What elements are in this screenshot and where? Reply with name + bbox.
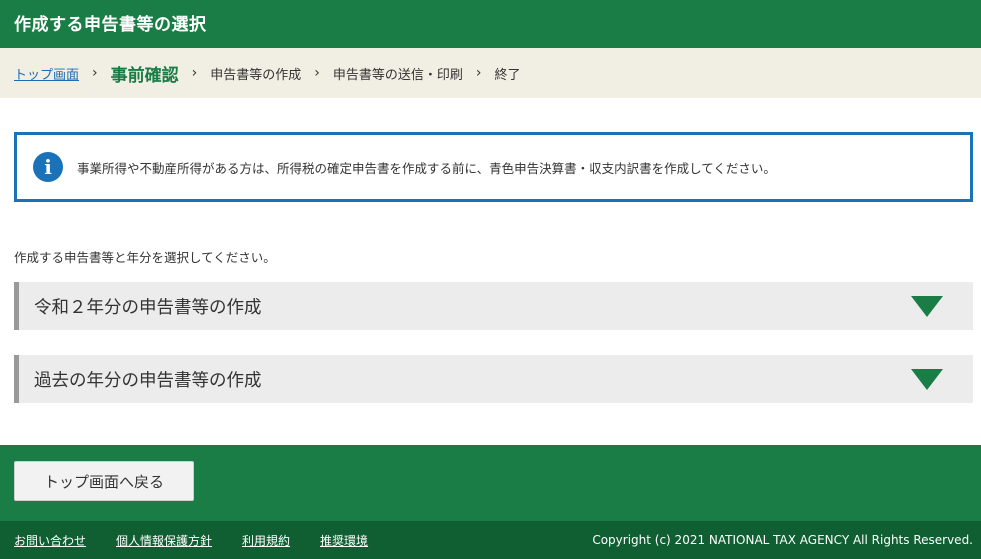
back-to-top-button[interactable]: トップ画面へ戻る <box>14 461 194 501</box>
accordion-current-year[interactable]: 令和２年分の申告書等の作成 <box>14 282 973 330</box>
breadcrumb: トップ画面 › 事前確認 › 申告書等の作成 › 申告書等の送信・印刷 › 終了 <box>0 48 981 98</box>
triangle-down-icon <box>911 369 943 390</box>
accordion-past-years[interactable]: 過去の年分の申告書等の作成 <box>14 355 973 403</box>
breadcrumb-top-link[interactable]: トップ画面 <box>14 64 79 83</box>
breadcrumb-current-step: 事前確認 <box>110 65 179 86</box>
title-bar: 作成する申告書等の選択 <box>0 0 981 48</box>
breadcrumb-separator-icon: › <box>475 65 482 81</box>
info-icon: i <box>33 152 63 182</box>
info-notice: i 事業所得や不動産所得がある方は、所得税の確定申告書を作成する前に、青色申告決… <box>14 132 973 202</box>
footer-action-band: トップ画面へ戻る <box>0 445 981 521</box>
copyright-text: Copyright (c) 2021 NATIONAL TAX AGENCY A… <box>592 533 973 547</box>
info-notice-text: 事業所得や不動産所得がある方は、所得税の確定申告書を作成する前に、青色申告決算書… <box>77 160 776 176</box>
accordion-label: 過去の年分の申告書等の作成 <box>34 370 262 391</box>
breadcrumb-step-send-print: 申告書等の送信・印刷 <box>332 67 463 83</box>
footer-link-contact[interactable]: お問い合わせ <box>14 532 86 549</box>
footer-link-terms[interactable]: 利用規約 <box>242 532 290 549</box>
instruction-text: 作成する申告書等と年分を選択してください。 <box>14 250 276 265</box>
site-footer: お問い合わせ 個人情報保護方針 利用規約 推奨環境 Copyright (c) … <box>0 521 981 559</box>
breadcrumb-separator-icon: › <box>191 65 198 81</box>
footer-link-environment[interactable]: 推奨環境 <box>320 532 368 549</box>
footer-link-privacy[interactable]: 個人情報保護方針 <box>116 532 212 549</box>
breadcrumb-separator-icon: › <box>314 65 320 81</box>
breadcrumb-step-finish: 終了 <box>494 67 521 83</box>
page-title: 作成する申告書等の選択 <box>14 15 207 35</box>
breadcrumb-step-create: 申告書等の作成 <box>210 67 302 83</box>
triangle-down-icon <box>911 296 943 317</box>
breadcrumb-separator-icon: › <box>92 65 98 81</box>
accordion-label: 令和２年分の申告書等の作成 <box>34 297 262 318</box>
